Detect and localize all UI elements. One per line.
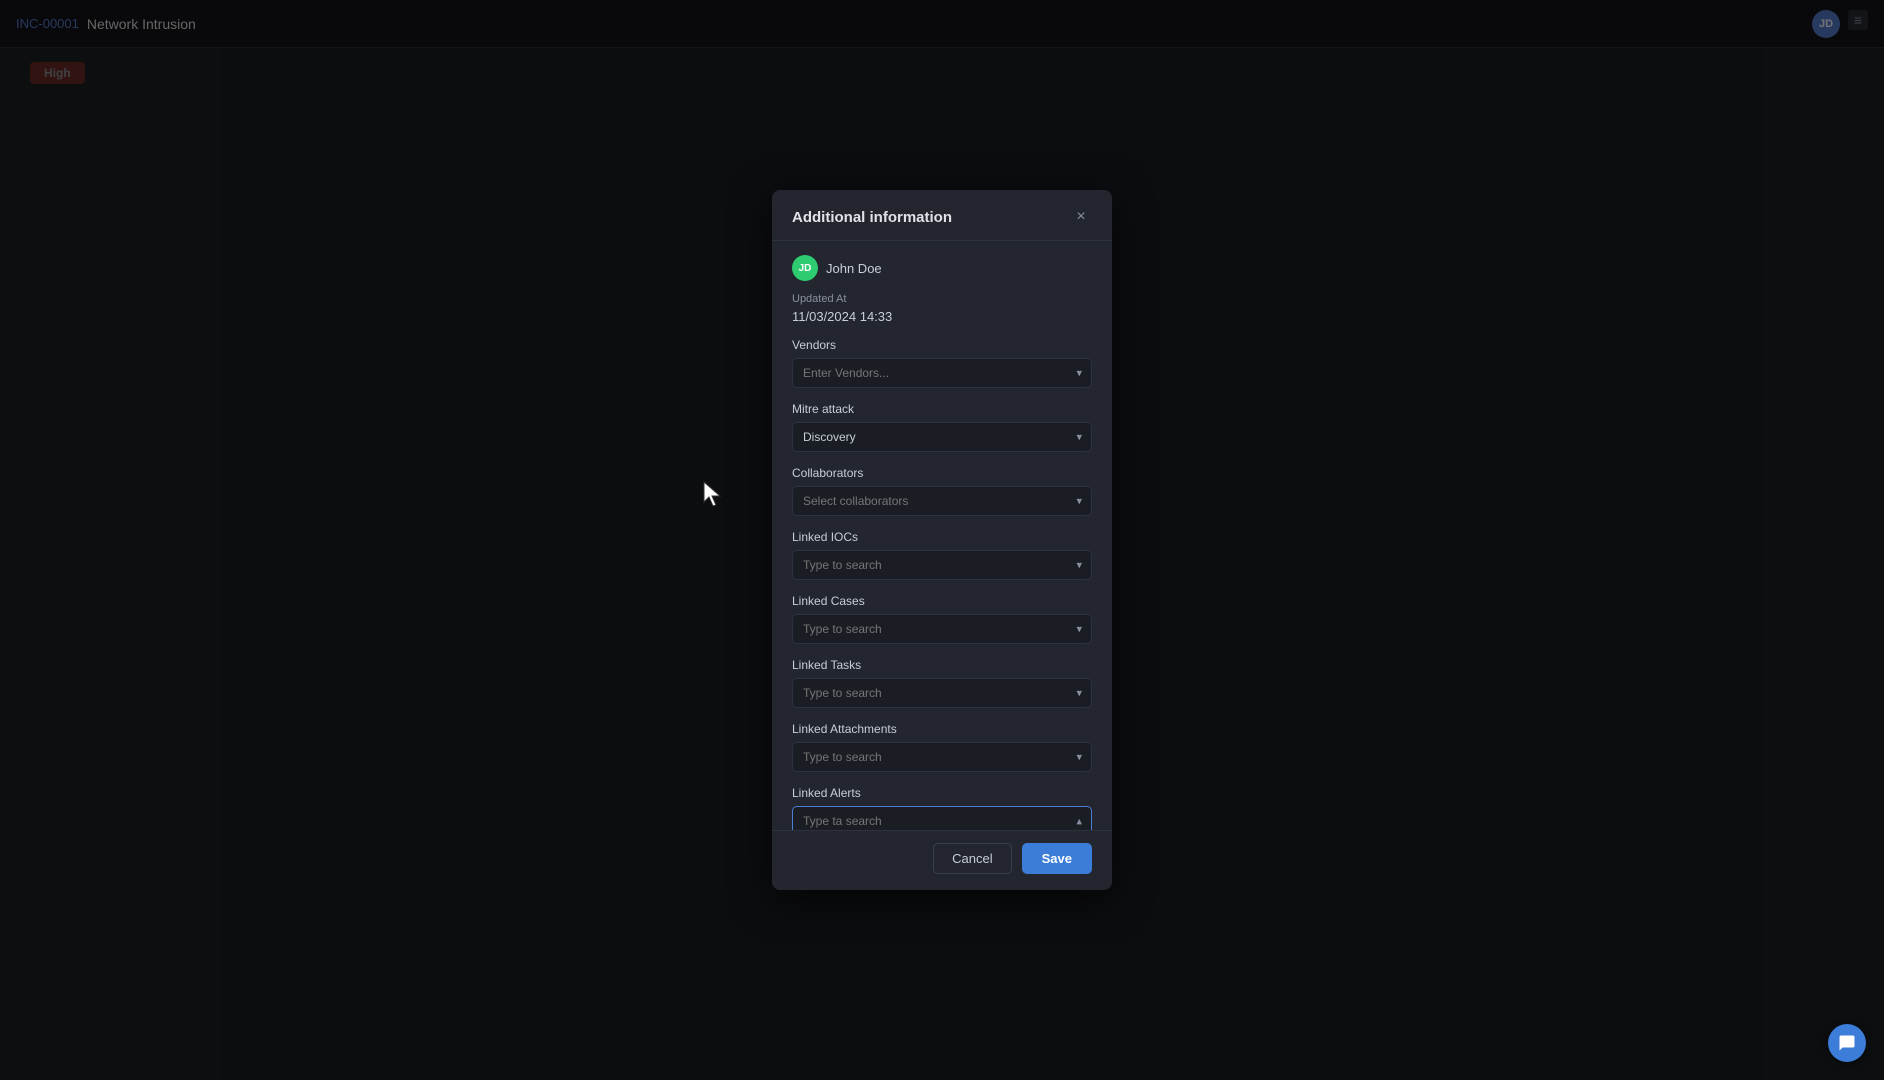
- collaborators-label: Collaborators: [792, 466, 1092, 480]
- mitre-attack-input[interactable]: [792, 422, 1092, 452]
- user-avatar: JD: [792, 255, 818, 281]
- linked-alerts-field: Linked Alerts ▴: [792, 786, 1092, 830]
- linked-alerts-label: Linked Alerts: [792, 786, 1092, 800]
- linked-attachments-select-wrapper: ▾: [792, 742, 1092, 772]
- linked-cases-select-wrapper: ▾: [792, 614, 1092, 644]
- chat-support-button[interactable]: [1828, 1024, 1866, 1062]
- modal-close-button[interactable]: ×: [1070, 206, 1092, 228]
- linked-iocs-label: Linked IOCs: [792, 530, 1092, 544]
- collaborators-select-wrapper: ▾: [792, 486, 1092, 516]
- modal-body: JD John Doe Updated At 11/03/2024 14:33 …: [772, 241, 1112, 830]
- updated-at-value: 11/03/2024 14:33: [792, 309, 1092, 324]
- additional-info-modal: Additional information × JD John Doe Upd…: [772, 190, 1112, 890]
- linked-tasks-input[interactable]: [792, 678, 1092, 708]
- modal-title: Additional information: [792, 209, 952, 226]
- save-button[interactable]: Save: [1022, 843, 1092, 874]
- mitre-select-wrapper: ▾: [792, 422, 1092, 452]
- vendors-input[interactable]: [792, 358, 1092, 388]
- linked-attachments-field: Linked Attachments ▾: [792, 722, 1092, 772]
- vendors-label: Vendors: [792, 338, 1092, 352]
- cancel-button[interactable]: Cancel: [933, 843, 1011, 874]
- linked-attachments-input[interactable]: [792, 742, 1092, 772]
- mitre-attack-field: Mitre attack ▾: [792, 402, 1092, 452]
- updated-at-label: Updated At: [792, 293, 1092, 305]
- vendors-field: Vendors ▾: [792, 338, 1092, 388]
- collaborators-input[interactable]: [792, 486, 1092, 516]
- modal-footer: Cancel Save: [772, 830, 1112, 890]
- linked-alerts-input[interactable]: [792, 806, 1092, 830]
- linked-tasks-select-wrapper: ▾: [792, 678, 1092, 708]
- vendors-select-wrapper: ▾: [792, 358, 1092, 388]
- mitre-attack-label: Mitre attack: [792, 402, 1092, 416]
- linked-cases-label: Linked Cases: [792, 594, 1092, 608]
- linked-alerts-select-wrapper: ▴: [792, 806, 1092, 830]
- linked-cases-field: Linked Cases ▾: [792, 594, 1092, 644]
- linked-tasks-field: Linked Tasks ▾: [792, 658, 1092, 708]
- linked-tasks-label: Linked Tasks: [792, 658, 1092, 672]
- user-name: John Doe: [826, 261, 882, 276]
- linked-iocs-select-wrapper: ▾: [792, 550, 1092, 580]
- user-row: JD John Doe: [792, 255, 1092, 281]
- collaborators-field: Collaborators ▾: [792, 466, 1092, 516]
- modal-header: Additional information ×: [772, 190, 1112, 241]
- linked-iocs-input[interactable]: [792, 550, 1092, 580]
- linked-cases-input[interactable]: [792, 614, 1092, 644]
- linked-attachments-label: Linked Attachments: [792, 722, 1092, 736]
- updated-at-section: Updated At 11/03/2024 14:33: [792, 293, 1092, 324]
- linked-iocs-field: Linked IOCs ▾: [792, 530, 1092, 580]
